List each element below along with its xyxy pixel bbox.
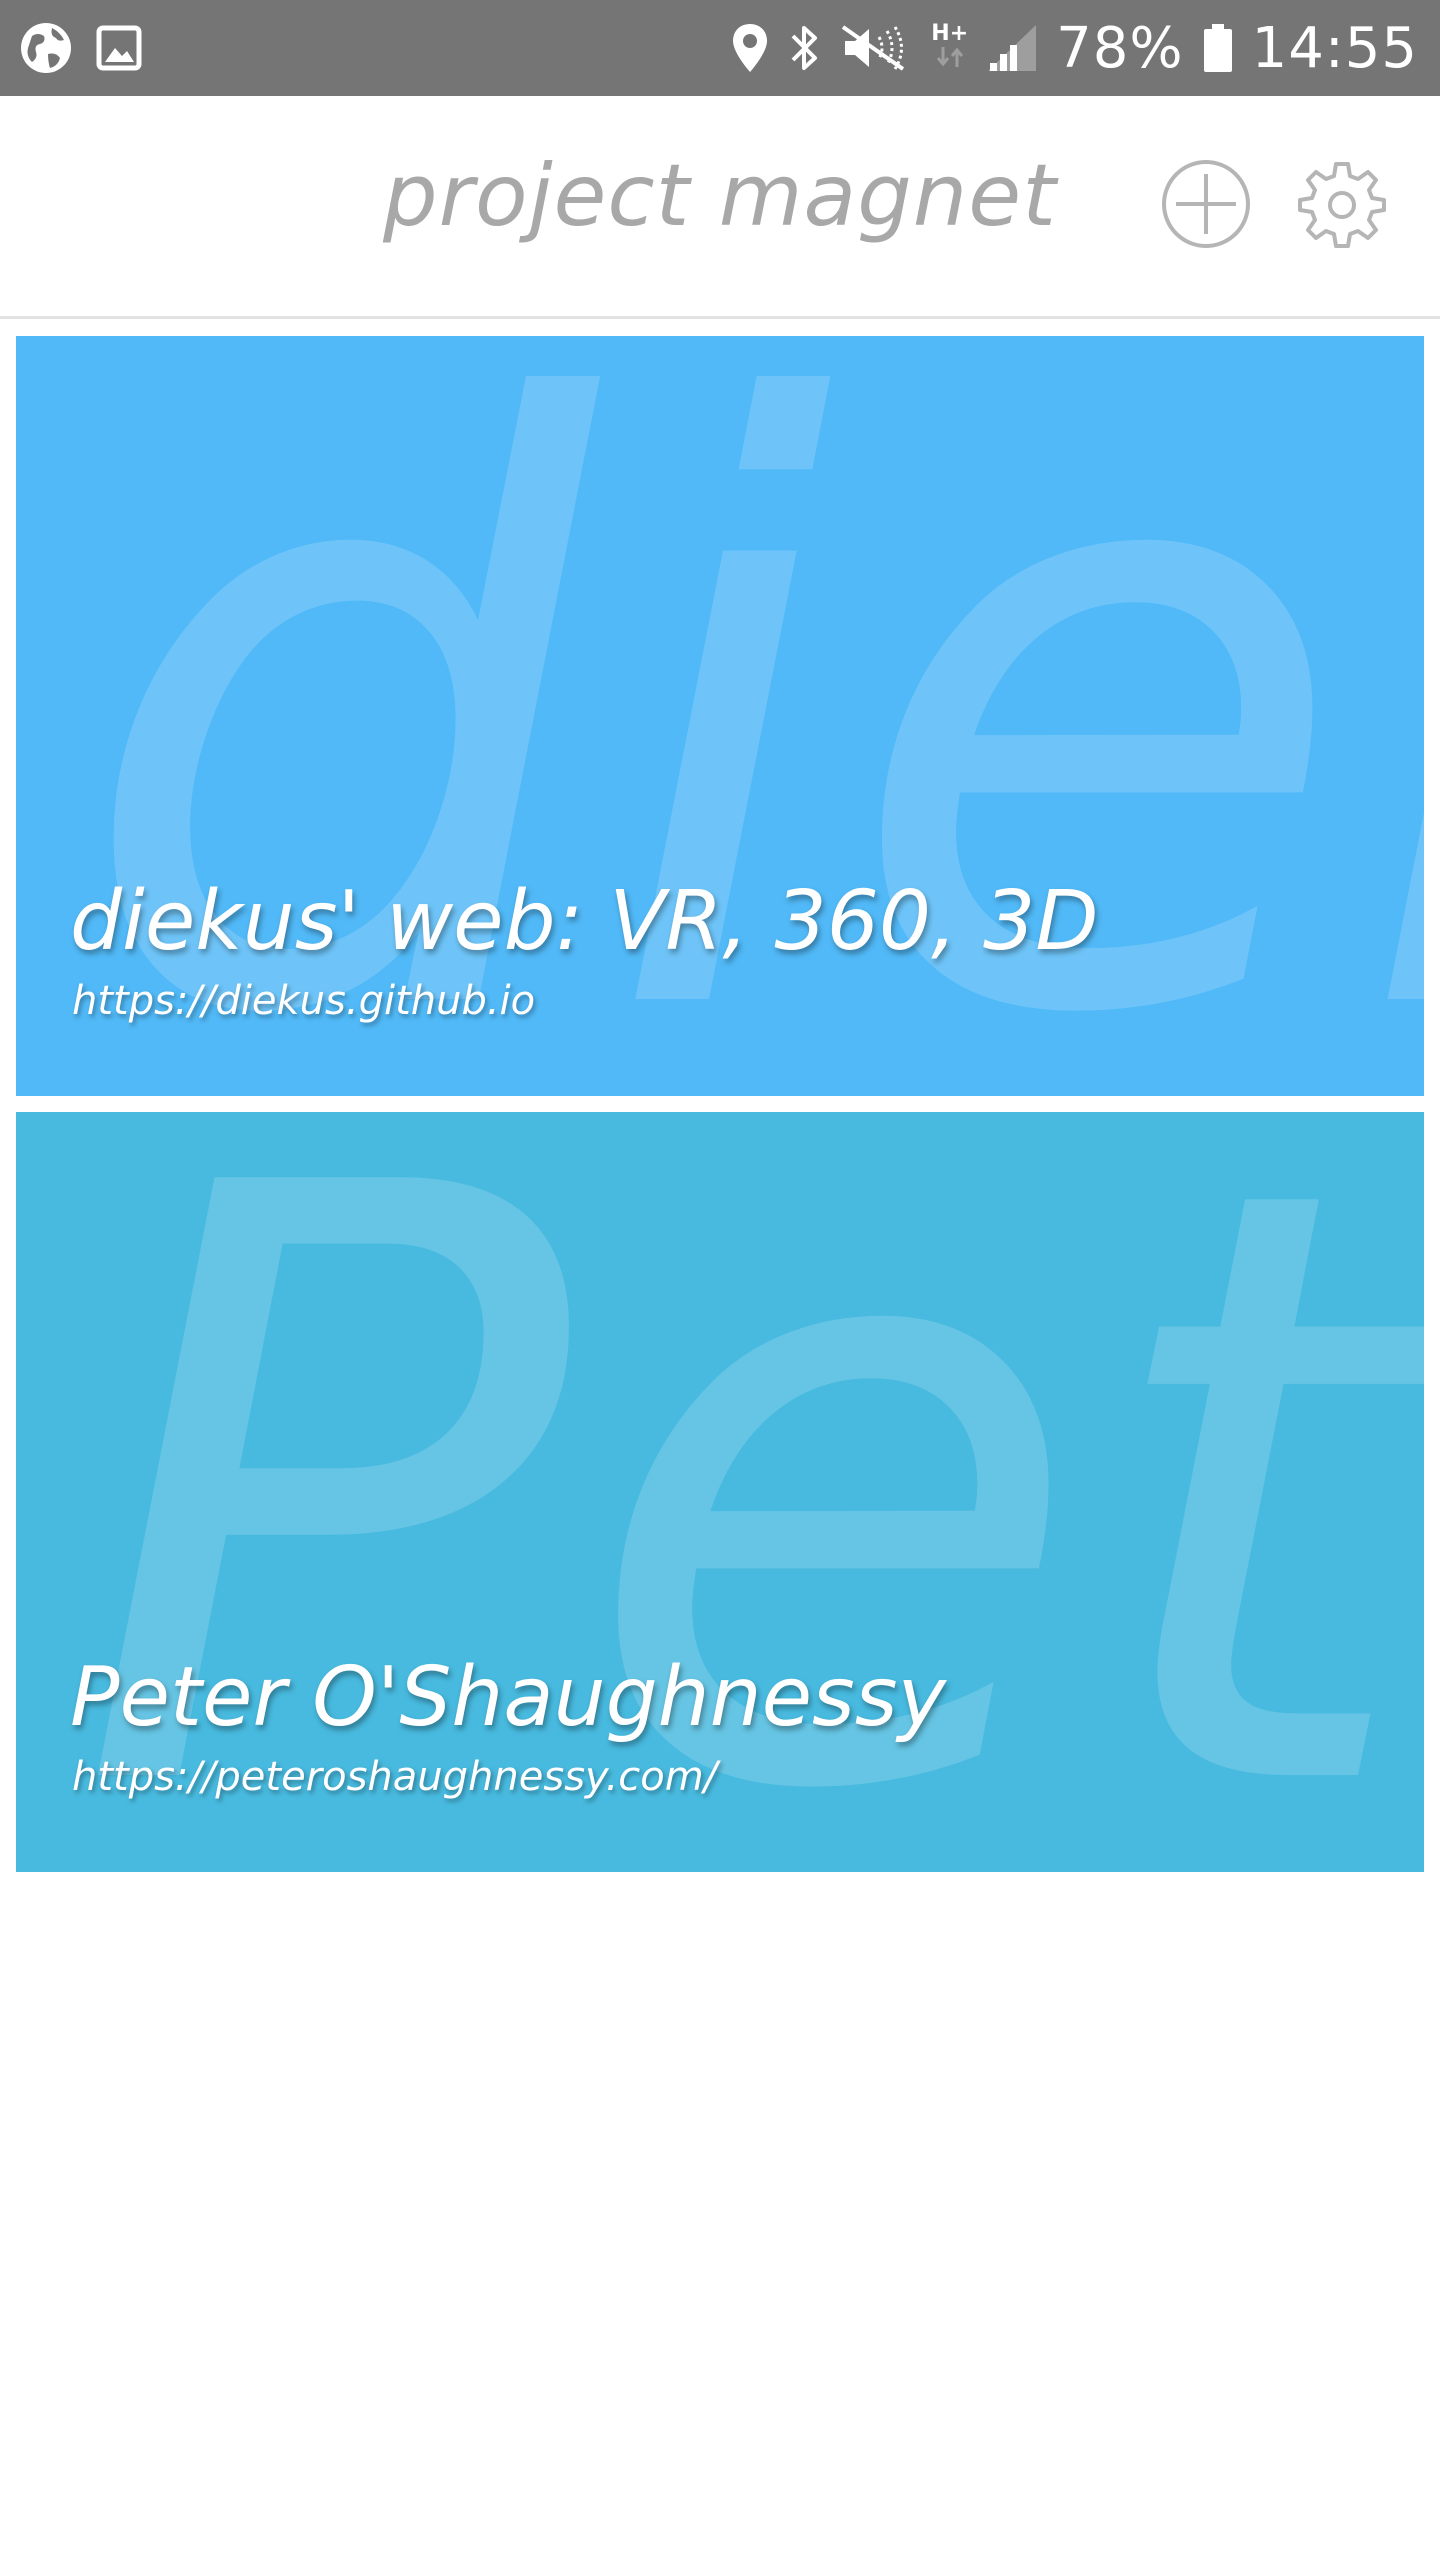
app-bar-divider [0,316,1440,319]
gear-icon [1296,158,1388,254]
settings-button[interactable] [1294,158,1390,254]
card-title: Peter O'Shaughnessy [70,1650,947,1745]
location-icon [731,22,769,74]
network-type-label: H+ [931,20,969,46]
card-url: https://diekus.github.io [72,978,536,1024]
status-bar-left [18,20,142,76]
status-bar: H+ 78% 14:55 [0,0,1440,96]
status-bar-right: H+ 78% 14:55 [731,0,1418,96]
add-circle-icon [1160,158,1252,254]
globe-icon [18,20,74,76]
battery-percent: 78% [1056,15,1184,81]
card-url: https://peteroshaughnessy.com/ [72,1754,718,1800]
bookmark-card-diekus[interactable]: diek diekus' web: VR, 360, 3D https://di… [16,336,1424,1096]
clock: 14:55 [1251,15,1418,81]
card-title: diekus' web: VR, 360, 3D [70,874,1099,969]
signal-icon [986,23,1038,73]
mute-icon [839,23,913,73]
add-button[interactable] [1158,158,1254,254]
app-bar: project magnet [0,96,1440,316]
image-icon [96,25,142,71]
bookmark-card-peter[interactable]: Pete Peter O'Shaughnessy https://peteros… [16,1112,1424,1872]
battery-icon [1202,22,1234,74]
network-hplus-icon: H+ [931,20,969,74]
bluetooth-icon [787,22,821,74]
